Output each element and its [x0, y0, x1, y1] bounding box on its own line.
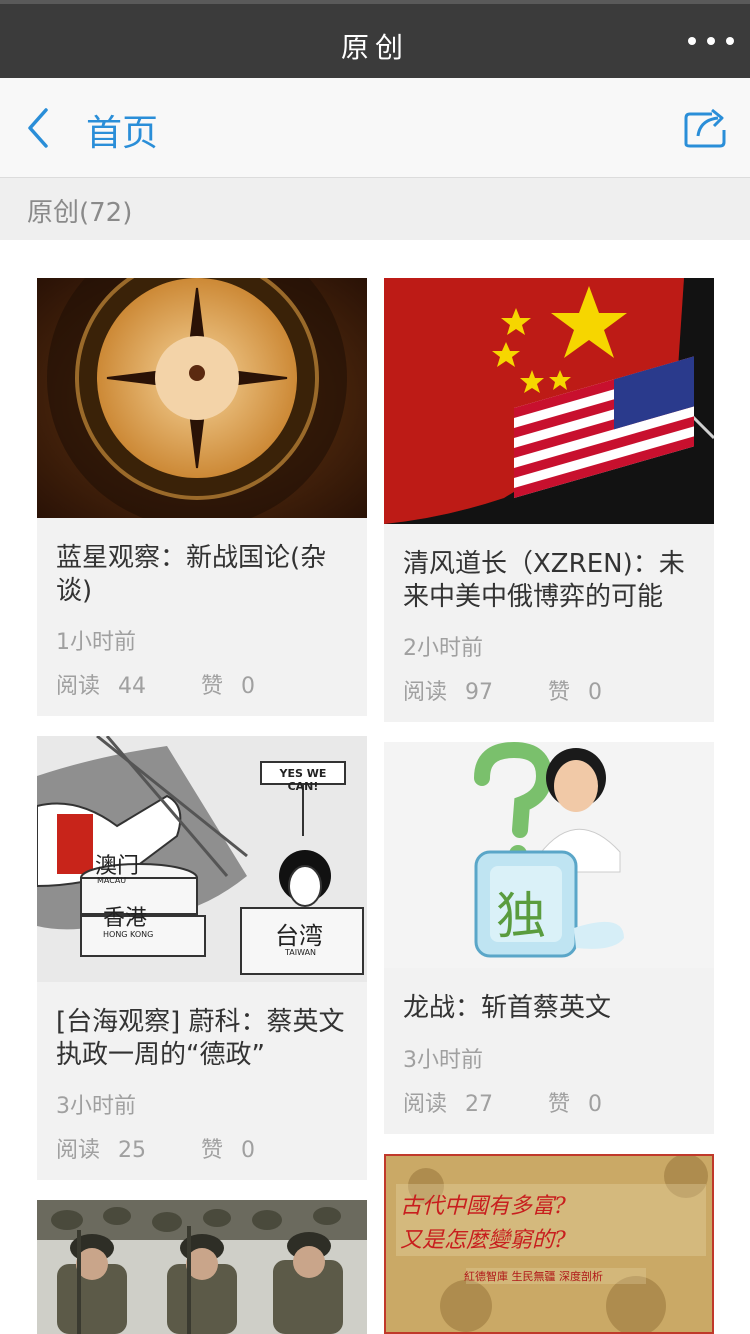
like-count: 0: [588, 680, 603, 705]
article-card-1[interactable]: 蓝星观察：新战国论(杂谈) 1小时前 阅读 44 赞0: [37, 278, 367, 716]
like-label: 赞: [201, 674, 224, 699]
read-label: 阅读: [56, 1138, 101, 1163]
flags-image: [384, 278, 714, 524]
article-stats: 阅读 25 赞0: [56, 1132, 255, 1164]
article-card-4[interactable]: 独 龙战：斩首蔡英文 3小时前 阅读 27 赞0: [384, 742, 714, 1134]
painting-line-2: 又是怎麼變窮的?: [400, 1228, 566, 1253]
like-label: 赞: [548, 680, 571, 705]
article-stats: 阅读 27 赞0: [403, 1086, 602, 1118]
compass-image: [37, 278, 367, 518]
home-link[interactable]: 首页: [86, 104, 158, 156]
read-label: 阅读: [403, 680, 448, 705]
nav-bar: 首页: [0, 78, 750, 178]
speech-text: YES WE CAN!: [279, 767, 327, 793]
more-icon[interactable]: [688, 26, 734, 56]
article-title: 龙战：斩首蔡英文: [403, 993, 612, 1023]
tw-label: 台湾: [275, 922, 323, 950]
soldiers-image: [37, 1200, 367, 1334]
like-count: 0: [241, 1138, 256, 1163]
article-card-2[interactable]: 清风道长（XZREN)：未来中美中俄博弈的可能 2小时前 阅读 97 赞0: [384, 278, 714, 722]
article-time: 2小时前: [403, 636, 483, 661]
macau-en-label: MACAU: [97, 876, 127, 885]
tw-en-label: TAIWAN: [285, 948, 317, 957]
cartoon-image: YES WE CAN! 澳门 MACAU 香港 HONG KONG 台湾 TAI…: [37, 736, 367, 982]
read-count: 27: [465, 1092, 494, 1117]
chevron-left-icon[interactable]: [24, 106, 54, 150]
painting-line-3: 紅德智庫 生民無疆 深度剖析: [464, 1270, 603, 1283]
read-count: 44: [118, 674, 147, 699]
ice-cube-image: 独: [384, 742, 714, 968]
hk-label: 香港: [103, 906, 148, 931]
read-label: 阅读: [56, 674, 101, 699]
window-title: 原创: [340, 31, 409, 64]
like-label: 赞: [548, 1092, 571, 1117]
article-card-3[interactable]: YES WE CAN! 澳门 MACAU 香港 HONG KONG 台湾 TAI…: [37, 736, 367, 1180]
article-time: 1小时前: [56, 630, 136, 655]
article-stats: 阅读 44 赞0: [56, 668, 255, 700]
read-count: 97: [465, 680, 494, 705]
article-card-5[interactable]: [37, 1200, 367, 1334]
like-count: 0: [241, 674, 256, 699]
like-label: 赞: [201, 1138, 224, 1163]
article-title: 蓝星观察：新战国论(杂谈): [56, 543, 327, 606]
read-count: 25: [118, 1138, 147, 1163]
like-count: 0: [588, 1092, 603, 1117]
article-title: [台海观察] 蔚科：蔡英文执政一周的“德政”: [56, 1007, 345, 1070]
section-bar: 原创(72): [0, 178, 750, 240]
share-icon[interactable]: [682, 106, 730, 150]
article-time: 3小时前: [56, 1094, 136, 1119]
painting-line-1: 古代中國有多富?: [400, 1194, 566, 1219]
article-card-6[interactable]: 古代中國有多富? 又是怎麼變窮的? 紅德智庫 生民無疆 深度剖析: [384, 1154, 714, 1334]
article-stats: 阅读 97 赞0: [403, 674, 602, 706]
article-title: 清风道长（XZREN)：未来中美中俄博弈的可能: [403, 549, 685, 612]
read-label: 阅读: [403, 1092, 448, 1117]
article-time: 3小时前: [403, 1048, 483, 1073]
section-label: 原创(72): [27, 198, 133, 228]
title-bar: 原创: [0, 0, 750, 78]
hk-en-label: HONG KONG: [103, 930, 154, 939]
painting-image: 古代中國有多富? 又是怎麼變窮的? 紅德智庫 生民無疆 深度剖析: [384, 1154, 714, 1334]
cube-glyph: 独: [496, 887, 546, 945]
